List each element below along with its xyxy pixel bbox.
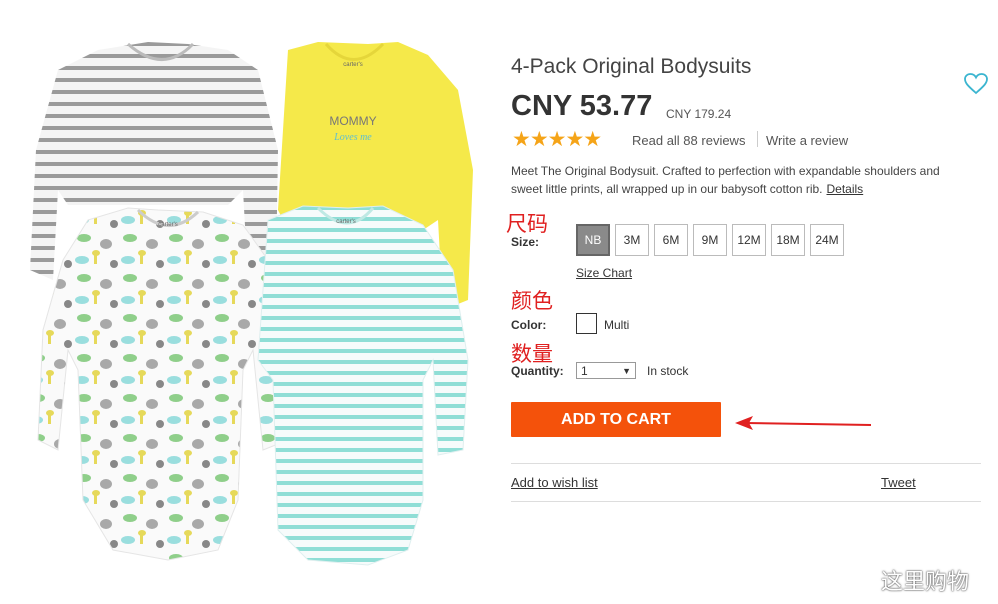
color-swatch[interactable] xyxy=(576,313,597,334)
size-option-12m[interactable]: 12M xyxy=(732,224,766,256)
dropdown-arrow-icon: ▼ xyxy=(622,366,631,376)
size-chart-link[interactable]: Size Chart xyxy=(576,266,632,280)
price: CNY 53.77 xyxy=(511,90,653,122)
size-option-3m[interactable]: 3M xyxy=(615,224,649,256)
animal-tag: carter's xyxy=(158,222,177,228)
details-link[interactable]: Details xyxy=(827,182,864,196)
loves-me-print: Loves me xyxy=(333,132,372,143)
stock-status: In stock xyxy=(647,364,689,378)
product-description: Meet The Original Bodysuit. Crafted to p… xyxy=(511,162,961,198)
write-review-link[interactable]: Write a review xyxy=(766,133,848,148)
add-to-wish-list-link[interactable]: Add to wish list xyxy=(511,475,598,490)
tweet-link[interactable]: Tweet xyxy=(881,475,916,490)
red-arrow-icon xyxy=(735,416,872,430)
weibo-icon xyxy=(844,570,875,593)
size-selector: NB 3M 6M 9M 12M 18M 24M xyxy=(576,224,844,256)
color-annotation: 颜色 xyxy=(511,289,553,313)
read-reviews-link[interactable]: Read all 88 reviews xyxy=(632,133,745,148)
mint-tag: carter's xyxy=(336,219,355,225)
size-label: Size: xyxy=(511,235,540,249)
color-value: Multi xyxy=(604,318,630,332)
size-option-nb[interactable]: NB xyxy=(576,224,610,256)
heart-icon[interactable] xyxy=(964,73,988,95)
product-title: 4-Pack Original Bodysuits xyxy=(511,55,752,78)
size-option-24m[interactable]: 24M xyxy=(810,224,844,256)
description-text: Meet The Original Bodysuit. Crafted to p… xyxy=(511,164,940,196)
size-option-9m[interactable]: 9M xyxy=(693,224,727,256)
quantity-label: Quantity: xyxy=(511,364,564,378)
original-price: CNY 179.24 xyxy=(666,107,732,121)
yellow-tag: carter's xyxy=(343,62,362,68)
review-separator xyxy=(757,131,758,147)
mommy-print: MOMMY xyxy=(329,114,376,128)
quantity-value: 1 xyxy=(581,363,588,378)
add-to-cart-button[interactable]: ADD TO CART xyxy=(511,402,721,437)
watermark: 这里购物 xyxy=(843,564,969,596)
rating-stars-icon: ★★★★★ xyxy=(512,128,602,151)
color-label: Color: xyxy=(511,318,547,332)
size-annotation: 尺码 xyxy=(506,212,548,236)
size-option-18m[interactable]: 18M xyxy=(771,224,805,256)
size-option-6m[interactable]: 6M xyxy=(654,224,688,256)
divider xyxy=(511,463,981,464)
divider xyxy=(511,501,981,502)
product-image: MOMMY Loves me carter's carter's carter'… xyxy=(30,42,473,566)
watermark-text: 这里购物 xyxy=(881,570,970,595)
quantity-select[interactable]: 1 ▼ xyxy=(576,362,636,379)
